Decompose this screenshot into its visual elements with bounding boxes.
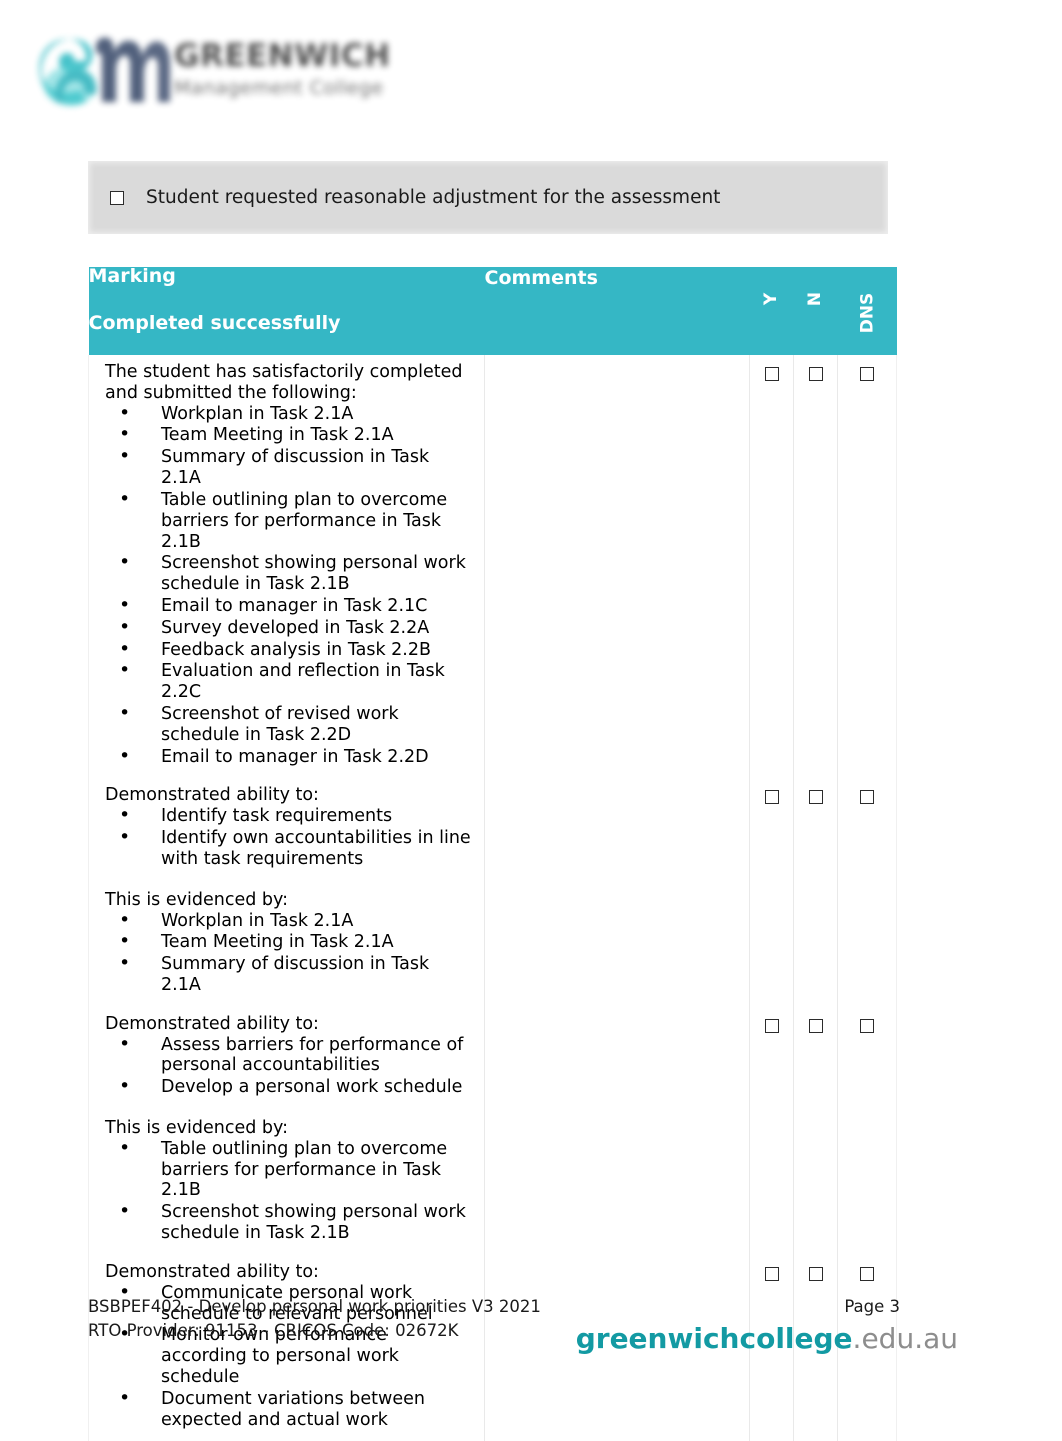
header-cell-n: N [794, 267, 838, 355]
list-item: Survey developed in Task 2.2A [105, 616, 474, 639]
row-dns-cell[interactable] [837, 778, 897, 1007]
list-item: Screenshot of revised work schedule in T… [105, 702, 474, 746]
empty-checkbox-icon[interactable] [808, 1018, 823, 1033]
list-item: Document variations between expected and… [105, 1387, 474, 1431]
row-evidence-lead: This is evidenced by: [105, 889, 288, 910]
row-marking-cell: Demonstrated ability to: Identify task r… [88, 778, 485, 1007]
header-n-label: N [805, 291, 826, 307]
list-item: Develop a personal work schedule [105, 1075, 474, 1098]
list-item: Screenshot showing personal work schedul… [105, 1200, 474, 1244]
row-marking-cell: Demonstrated ability to: Assess barriers… [88, 1006, 485, 1255]
footer-line-2: RTO Provider: 91153 - CRICOS Code: 02672… [88, 1320, 459, 1340]
row-spacer [105, 1099, 474, 1118]
empty-checkbox-icon[interactable] [808, 1266, 823, 1281]
footer-website: greenwichcollege.edu.au [576, 1322, 958, 1355]
header-cell-marking: Marking Completed successfully [88, 265, 485, 355]
header-cell-dns: DNS [838, 267, 897, 355]
list-item: Summary of discussion in Task 2.1A [105, 952, 474, 996]
row-n-cell[interactable] [793, 355, 838, 779]
row-evidence-lead: This is evidenced by: [105, 1118, 288, 1138]
row-lead-text: Demonstrated ability to: [105, 1013, 319, 1034]
footer-url-bold: greenwichcollege [575, 1322, 853, 1355]
row-dns-cell[interactable] [837, 355, 897, 779]
list-item: Screenshot showing personal work schedul… [105, 551, 474, 595]
empty-checkbox-icon[interactable] [764, 367, 779, 381]
row-dns-cell[interactable] [837, 1006, 897, 1255]
row-bullet-list: Workplan in Task 2.1A Team Meeting in Ta… [105, 402, 474, 768]
list-item: Email to manager in Task 2.2D [105, 745, 474, 768]
header-marking-sublabel: Completed successfully [88, 311, 341, 334]
header-cell-y: Y [750, 267, 794, 355]
row-comments-cell[interactable] [484, 778, 750, 1007]
table-header-row: Marking Completed successfully Comments … [88, 265, 897, 355]
list-item: Table outlining plan to overcome barrier… [105, 1137, 474, 1201]
row-y-cell[interactable] [749, 1006, 794, 1255]
row-spacer [105, 871, 474, 890]
header-cell-comments: Comments [484, 267, 598, 289]
empty-checkbox-icon[interactable] [860, 790, 874, 805]
marking-table: Marking Completed successfully Comments … [88, 265, 897, 1441]
row-marking-cell: The student has satisfactorily completed… [88, 355, 485, 779]
row-y-cell[interactable] [749, 778, 794, 1007]
reasonable-adjustment-box: Student requested reasonable adjustment … [88, 161, 888, 234]
header-y-label: Y [761, 292, 782, 306]
list-item: Identify task requirements [105, 804, 474, 827]
row-bullet-list: Assess barriers for performance of perso… [105, 1033, 474, 1098]
logo-wordmark: GREENWICH Management College [174, 40, 424, 99]
list-item: Feedback analysis in Task 2.2B [105, 638, 474, 661]
footer-doc-info: BSBPEF402 - Develop personal work priori… [88, 1295, 541, 1343]
header-marking-label: Marking [88, 265, 176, 287]
list-item: Team Meeting in Task 2.1A [105, 930, 474, 953]
table-row: The student has satisfactorily completed… [88, 355, 897, 779]
empty-checkbox-icon[interactable] [110, 190, 124, 205]
empty-checkbox-icon[interactable] [764, 790, 779, 805]
logo-subtitle: Management College [174, 76, 384, 99]
empty-checkbox-icon[interactable] [808, 367, 823, 381]
list-item: Summary of discussion in Task 2.1A [105, 445, 474, 489]
row-n-cell[interactable] [793, 1006, 838, 1255]
reasonable-adjustment-label: Student requested reasonable adjustment … [146, 187, 721, 208]
document-page: GREENWICH Management College Student req… [0, 0, 1062, 1441]
list-item: Table outlining plan to overcome barrier… [105, 488, 474, 552]
row-lead-text: Demonstrated ability to: [105, 785, 319, 806]
page-footer: BSBPEF402 - Develop personal work priori… [88, 1290, 958, 1370]
list-item: Email to manager in Task 2.1C [105, 594, 474, 617]
empty-checkbox-icon[interactable] [860, 1266, 874, 1281]
greenwich-gm-monogram-icon [34, 24, 174, 119]
row-comments-cell[interactable] [484, 355, 750, 779]
row-evidence-list: Table outlining plan to overcome barrier… [105, 1137, 474, 1244]
empty-checkbox-icon[interactable] [764, 1018, 779, 1033]
header-dns-label: DNS [857, 292, 877, 334]
empty-checkbox-icon[interactable] [764, 1266, 779, 1281]
row-lead-text: The student has satisfactorily completed… [105, 362, 463, 403]
empty-checkbox-icon[interactable] [860, 1018, 874, 1033]
footer-url-tail: .edu.au [852, 1322, 958, 1355]
list-item: Team Meeting in Task 2.1A [105, 423, 474, 446]
footer-line-1: BSBPEF402 - Develop personal work priori… [88, 1297, 541, 1316]
college-logo: GREENWICH Management College [34, 18, 424, 123]
table-row: Demonstrated ability to: Assess barriers… [88, 1006, 897, 1255]
empty-checkbox-icon[interactable] [808, 790, 823, 805]
footer-page-number: Page 3 [844, 1297, 900, 1316]
table-row: Demonstrated ability to: Identify task r… [88, 778, 897, 1007]
logo-name: GREENWICH [174, 38, 391, 74]
row-y-cell[interactable] [749, 355, 794, 779]
row-evidence-list: Workplan in Task 2.1A Team Meeting in Ta… [105, 909, 474, 996]
row-comments-cell[interactable] [484, 1006, 750, 1255]
list-item: Workplan in Task 2.1A [105, 909, 474, 932]
row-n-cell[interactable] [793, 778, 838, 1007]
empty-checkbox-icon[interactable] [860, 367, 874, 381]
row-bullet-list: Identify task requirements Identify own … [105, 804, 474, 870]
list-item: Identify own accountabilities in line wi… [105, 826, 474, 870]
list-item: Evaluation and reflection in Task 2.2C [105, 659, 474, 703]
list-item: Workplan in Task 2.1A [105, 402, 474, 425]
row-lead-text: Demonstrated ability to: [105, 1261, 319, 1282]
list-item: Assess barriers for performance of perso… [105, 1033, 474, 1077]
